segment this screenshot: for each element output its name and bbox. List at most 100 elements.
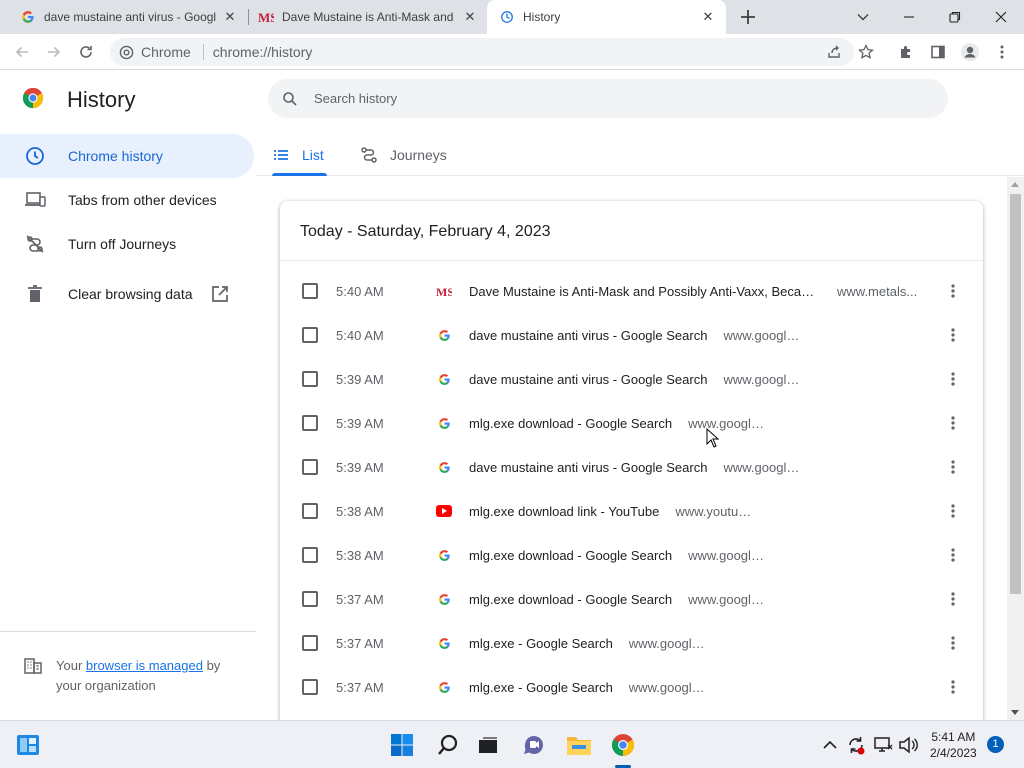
close-tab-icon[interactable]: ✕ <box>462 9 478 25</box>
file-explorer-icon[interactable] <box>565 731 593 759</box>
page-scrollbar[interactable] <box>1007 177 1024 720</box>
history-entry-row[interactable]: 5:39 AM dave mustaine anti virus - Google… <box>280 357 983 401</box>
entry-title-link[interactable]: dave mustaine anti virus - Google Search <box>469 460 707 475</box>
google-favicon-icon <box>20 9 36 25</box>
widgets-icon[interactable] <box>14 731 42 759</box>
entry-more-actions-icon[interactable] <box>944 589 962 609</box>
entry-title-link[interactable]: mlg.exe download - Google Search <box>469 416 672 431</box>
entry-more-actions-icon[interactable] <box>944 457 962 477</box>
entry-title-link[interactable]: mlg.exe - Google Search <box>469 680 613 695</box>
entry-more-actions-icon[interactable] <box>944 281 962 301</box>
entry-more-actions-icon[interactable] <box>944 413 962 433</box>
entry-more-actions-icon[interactable] <box>944 325 962 345</box>
reload-icon[interactable] <box>74 40 98 64</box>
entry-title-link[interactable]: mlg.exe - Google Search <box>469 636 613 651</box>
entry-more-actions-icon[interactable] <box>944 501 962 521</box>
trash-icon <box>24 284 46 304</box>
entry-title-link[interactable]: Dave Mustaine is Anti-Mask and Possibly … <box>469 284 821 299</box>
task-view-icon[interactable] <box>474 731 502 759</box>
entry-more-actions-icon[interactable] <box>944 545 962 565</box>
kebab-menu-icon[interactable] <box>990 40 1014 64</box>
entry-checkbox[interactable] <box>302 283 318 299</box>
sidebar-item-tabs-other-devices[interactable]: Tabs from other devices <box>0 178 256 222</box>
address-bar[interactable]: Chrome chrome://history <box>110 38 854 66</box>
entry-title-link[interactable]: mlg.exe download link - YouTube <box>469 504 659 519</box>
history-entry-row[interactable]: 5:37 AM mlg.exe - Google Search www.google… <box>280 665 983 709</box>
notification-badge[interactable]: 1 <box>987 736 1004 753</box>
entry-more-actions-icon[interactable] <box>944 677 962 697</box>
entry-checkbox[interactable] <box>302 415 318 431</box>
search-history-box[interactable] <box>268 79 948 118</box>
entry-more-actions-icon[interactable] <box>944 633 962 653</box>
chrome-taskbar-icon[interactable] <box>609 731 637 759</box>
history-entry-row[interactable]: 5:38 AM mlg.exe download - Google Search w… <box>280 533 983 577</box>
profile-avatar-icon[interactable] <box>958 40 982 64</box>
sidebar-item-label: Clear browsing data <box>68 286 193 302</box>
entry-checkbox[interactable] <box>302 591 318 607</box>
browser-tab-history[interactable]: History ✕ <box>487 0 726 34</box>
tab-search-chevron-icon[interactable] <box>840 0 886 34</box>
share-icon[interactable] <box>822 40 846 64</box>
sync-alert-icon[interactable] <box>842 731 870 759</box>
extensions-puzzle-icon[interactable] <box>894 40 918 64</box>
scroll-up-arrow-icon[interactable] <box>1011 182 1019 187</box>
svg-text:MS: MS <box>258 10 274 25</box>
history-entry-row[interactable]: 5:39 AM dave mustaine anti virus - Google… <box>280 445 983 489</box>
entry-title-link[interactable]: mlg.exe download - Google Search <box>469 592 672 607</box>
scrollbar-thumb[interactable] <box>1010 194 1021 594</box>
forward-arrow-icon[interactable] <box>42 40 66 64</box>
restore-icon[interactable] <box>932 0 978 34</box>
history-entry-row[interactable]: 5:39 AM mlg.exe download - Google Search w… <box>280 401 983 445</box>
new-tab-plus-icon[interactable] <box>738 7 758 27</box>
history-card: Today - Saturday, February 4, 2023 5:40 … <box>280 201 983 720</box>
show-hidden-icons-chevron-icon[interactable] <box>816 731 844 759</box>
browser-tab-metalsucks[interactable]: MS Dave Mustaine is Anti-Mask and Possib… <box>238 0 488 34</box>
scroll-down-arrow-icon[interactable] <box>1011 710 1019 715</box>
side-panel-icon[interactable] <box>926 40 950 64</box>
tab-journeys[interactable]: Journeys <box>360 134 447 176</box>
windows-start-icon[interactable] <box>388 731 416 759</box>
youtube-favicon-icon <box>436 503 452 519</box>
sidebar-item-chrome-history[interactable]: Chrome history <box>0 134 254 178</box>
history-entry-row[interactable]: 5:40 AM dave mustaine anti virus - Google… <box>280 313 983 357</box>
entry-checkbox[interactable] <box>302 371 318 387</box>
tab-list[interactable]: List <box>272 134 327 176</box>
history-entry-row[interactable]: 5:37 AM mlg.exe download - Google Search w… <box>280 577 983 621</box>
minimize-icon[interactable] <box>886 0 932 34</box>
entry-checkbox[interactable] <box>302 327 318 343</box>
browser-managed-link[interactable]: browser is managed <box>86 658 203 673</box>
teams-chat-icon[interactable] <box>520 731 548 759</box>
volume-icon[interactable] <box>894 731 922 759</box>
url-text[interactable]: chrome://history <box>213 44 313 60</box>
entry-checkbox[interactable] <box>302 635 318 651</box>
system-clock[interactable]: 5:41 AM 2/4/2023 <box>930 729 977 761</box>
entry-title-link[interactable]: dave mustaine anti virus - Google Search <box>469 328 707 343</box>
entry-domain: www.google.com <box>688 416 770 431</box>
browser-tab-google-search[interactable]: dave mustaine anti virus - Google Search… <box>0 0 248 34</box>
entry-domain: www.google.com <box>628 680 711 695</box>
entry-checkbox[interactable] <box>302 679 318 695</box>
building-icon <box>24 658 42 674</box>
network-icon[interactable] <box>869 731 897 759</box>
close-tab-icon[interactable]: ✕ <box>222 9 238 25</box>
entry-checkbox[interactable] <box>302 503 318 519</box>
close-tab-icon[interactable]: ✕ <box>700 9 716 25</box>
page-title: History <box>67 87 136 112</box>
chrome-logo-icon <box>22 87 44 109</box>
chrome-page-chip[interactable]: Chrome <box>119 44 191 60</box>
search-input[interactable] <box>314 91 914 106</box>
sidebar-item-clear-browsing-data[interactable]: Clear browsing data <box>0 272 256 316</box>
taskbar-search-icon[interactable] <box>434 731 462 759</box>
entry-checkbox[interactable] <box>302 459 318 475</box>
entry-more-actions-icon[interactable] <box>944 369 962 389</box>
history-entry-row[interactable]: 5:37 AM mlg.exe - Google Search www.google… <box>280 621 983 665</box>
entry-title-link[interactable]: dave mustaine anti virus - Google Search <box>469 372 707 387</box>
history-entry-row[interactable]: 5:38 AM mlg.exe download link - YouTube ww… <box>280 489 983 533</box>
entry-checkbox[interactable] <box>302 547 318 563</box>
history-entry-row[interactable]: 5:40 AM MS Dave Mustaine is Anti-Mask and … <box>280 269 983 313</box>
close-window-icon[interactable] <box>978 0 1024 34</box>
back-arrow-icon[interactable] <box>10 40 34 64</box>
entry-title-link[interactable]: mlg.exe download - Google Search <box>469 548 672 563</box>
bookmark-star-icon[interactable] <box>854 40 878 64</box>
sidebar-item-turn-off-journeys[interactable]: Turn off Journeys <box>0 222 256 266</box>
